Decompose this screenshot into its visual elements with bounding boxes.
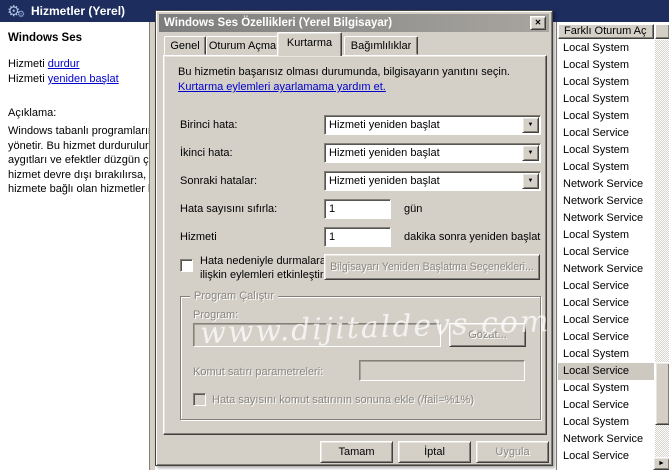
list-item[interactable]: Local System (558, 414, 654, 431)
dropdown-value: Hizmeti yeniden başlat (329, 174, 440, 189)
column-header-logon-as[interactable]: Farklı Oturum Aç (558, 24, 654, 39)
chevron-down-icon[interactable]: ▼ (522, 117, 539, 133)
restart-prefix: Hizmeti (8, 73, 45, 85)
description-line: yönetir. Bu hizmet durdurulursa (8, 139, 154, 154)
services-header-title: Hizmetler (Yerel) (31, 4, 125, 18)
list-item[interactable]: Local Service (558, 295, 654, 312)
tab-label: Bağımlılıklar (351, 40, 412, 52)
list-item[interactable]: Local Service (558, 244, 654, 261)
stop-service-line: Hizmeti durdur (8, 58, 80, 70)
reset-fail-count-input[interactable] (324, 199, 391, 219)
stop-prefix: Hizmeti (8, 58, 45, 70)
recovery-tab-panel: Bu hizmetin başarısız olması durumunda, … (163, 55, 547, 435)
subsequent-failures-dropdown[interactable]: Hizmeti yeniden başlat ▼ (324, 171, 541, 191)
logon-as-list: Farklı Oturum Aç Local SystemLocal Syste… (556, 22, 669, 470)
tab-label: Kurtarma (287, 37, 332, 49)
scroll-right-button[interactable]: ► (653, 457, 669, 470)
list-item[interactable]: Local Service (558, 363, 654, 380)
list-item[interactable]: Local System (558, 346, 654, 363)
service-name: Windows Ses (8, 32, 82, 44)
first-failure-label: Birinci hata: (180, 119, 237, 131)
close-icon[interactable]: ✕ (530, 16, 546, 30)
restart-after-unit: dakika sonra yeniden başlat (404, 231, 540, 243)
list-item[interactable]: Local System (558, 57, 654, 74)
second-failure-label: İkinci hata: (180, 147, 233, 159)
enable-actions-checkbox[interactable] (180, 259, 193, 272)
tab-general[interactable]: Genel (164, 36, 206, 55)
description-line: hizmet devre dışı bırakılırsa, açık (8, 168, 154, 183)
restart-computer-options-button: Bilgisayarı Yeniden Başlatma Seçenekleri… (324, 254, 540, 280)
list-item[interactable]: Local System (558, 227, 654, 244)
list-item[interactable]: Local System (558, 142, 654, 159)
list-item[interactable]: Network Service (558, 210, 654, 227)
tab-dependencies[interactable]: Bağımlılıklar (344, 36, 418, 55)
restart-service-line: Hizmeti yeniden başlat (8, 73, 119, 85)
apply-button: Uygula (476, 441, 549, 463)
dropdown-value: Hizmeti yeniden başlat (329, 118, 440, 133)
tab-label: Genel (170, 40, 199, 52)
list-item[interactable]: Local Service (558, 312, 654, 329)
list-item[interactable]: Network Service (558, 431, 654, 448)
tab-label: Oturum Açma (209, 40, 276, 52)
chevron-down-icon[interactable]: ▼ (522, 145, 539, 161)
list-item[interactable]: Local Service (558, 125, 654, 142)
append-fail-count-checkbox (193, 393, 206, 406)
recovery-intro: Bu hizmetin başarısız olması durumunda, … (178, 65, 538, 95)
second-failure-dropdown[interactable]: Hizmeti yeniden başlat ▼ (324, 143, 541, 163)
enable-actions-label: Hata nedeniyle durmalara ilişkin eylemle… (200, 254, 326, 282)
dialog-titlebar[interactable]: Windows Ses Özellikleri (Yerel Bilgisaya… (159, 14, 549, 32)
list-item[interactable]: Network Service (558, 176, 654, 193)
list-item[interactable]: Local System (558, 159, 654, 176)
column-header-stub[interactable] (655, 24, 669, 39)
stop-service-link[interactable]: durdur (48, 58, 80, 70)
scroll-right-arrow-icon: ► (658, 460, 665, 467)
gear-icon: ⚙⚙ (7, 2, 27, 20)
description-label: Açıklama: (8, 107, 56, 119)
dialog-title: Windows Ses Özellikleri (Yerel Bilgisaya… (164, 17, 392, 29)
restart-after-input[interactable] (324, 227, 391, 247)
list-item[interactable]: Local System (558, 380, 654, 397)
list-item[interactable]: Network Service (558, 261, 654, 278)
program-label: Program: (193, 309, 238, 321)
list-item[interactable]: Local System (558, 40, 654, 57)
tab-recovery[interactable]: Kurtarma (277, 32, 342, 56)
description-text: Windows tabanlı programların syönetir. B… (8, 124, 154, 197)
list-item[interactable]: Network Service (558, 193, 654, 210)
service-properties-dialog: Windows Ses Özellikleri (Yerel Bilgisaya… (155, 10, 553, 466)
cmd-params-label: Komut satırı parametreleri: (193, 366, 323, 378)
dropdown-value: Hizmeti yeniden başlat (329, 146, 440, 161)
list-item[interactable]: Local Service (558, 278, 654, 295)
cmd-params-input (359, 360, 525, 381)
logon-list-rows: Local SystemLocal SystemLocal SystemLoca… (558, 40, 654, 465)
vertical-scrollbar-thumb[interactable] (655, 362, 669, 425)
restart-service-label: Hizmeti (180, 231, 217, 243)
run-program-group: Program Çalıştır Program: Gözat... Komut… (180, 296, 541, 420)
recovery-help-link[interactable]: Kurtarma eylemleri ayarlamama yardım et. (178, 81, 386, 93)
list-item[interactable]: Local Service (558, 397, 654, 414)
ok-button[interactable]: Tamam (320, 441, 393, 463)
list-item[interactable]: Local System (558, 91, 654, 108)
append-fail-count-label: Hata sayısını komut satırının sonuna ekl… (212, 394, 474, 406)
service-info-pane: Windows Ses Hizmeti durdur Hizmeti yenid… (0, 22, 149, 470)
cancel-button[interactable]: İptal (398, 441, 471, 463)
restart-service-link[interactable]: yeniden başlat (48, 73, 119, 85)
program-input (193, 323, 441, 347)
description-line: hizmete bağlı olan hizmetler baş (8, 182, 154, 197)
list-item[interactable]: Local Service (558, 448, 654, 465)
first-failure-dropdown[interactable]: Hizmeti yeniden başlat ▼ (324, 115, 541, 135)
reset-fail-count-label: Hata sayısını sıfırla: (180, 203, 277, 215)
list-item[interactable]: Local System (558, 108, 654, 125)
subsequent-failures-label: Sonraki hatalar: (180, 175, 257, 187)
list-item[interactable]: Local System (558, 74, 654, 91)
browse-button: Gözat... (449, 323, 526, 347)
list-item[interactable]: Local Service (558, 329, 654, 346)
intro-text: Bu hizmetin başarısız olması durumunda, … (178, 66, 510, 78)
run-program-group-title: Program Çalıştır (190, 290, 278, 302)
reset-fail-count-unit: gün (404, 203, 422, 215)
tab-log-on[interactable]: Oturum Açma (206, 36, 279, 55)
description-line: Windows tabanlı programların s (8, 124, 154, 139)
description-line: aygıtları ve efektler düzgün çalı (8, 153, 154, 168)
chevron-down-icon[interactable]: ▼ (522, 173, 539, 189)
